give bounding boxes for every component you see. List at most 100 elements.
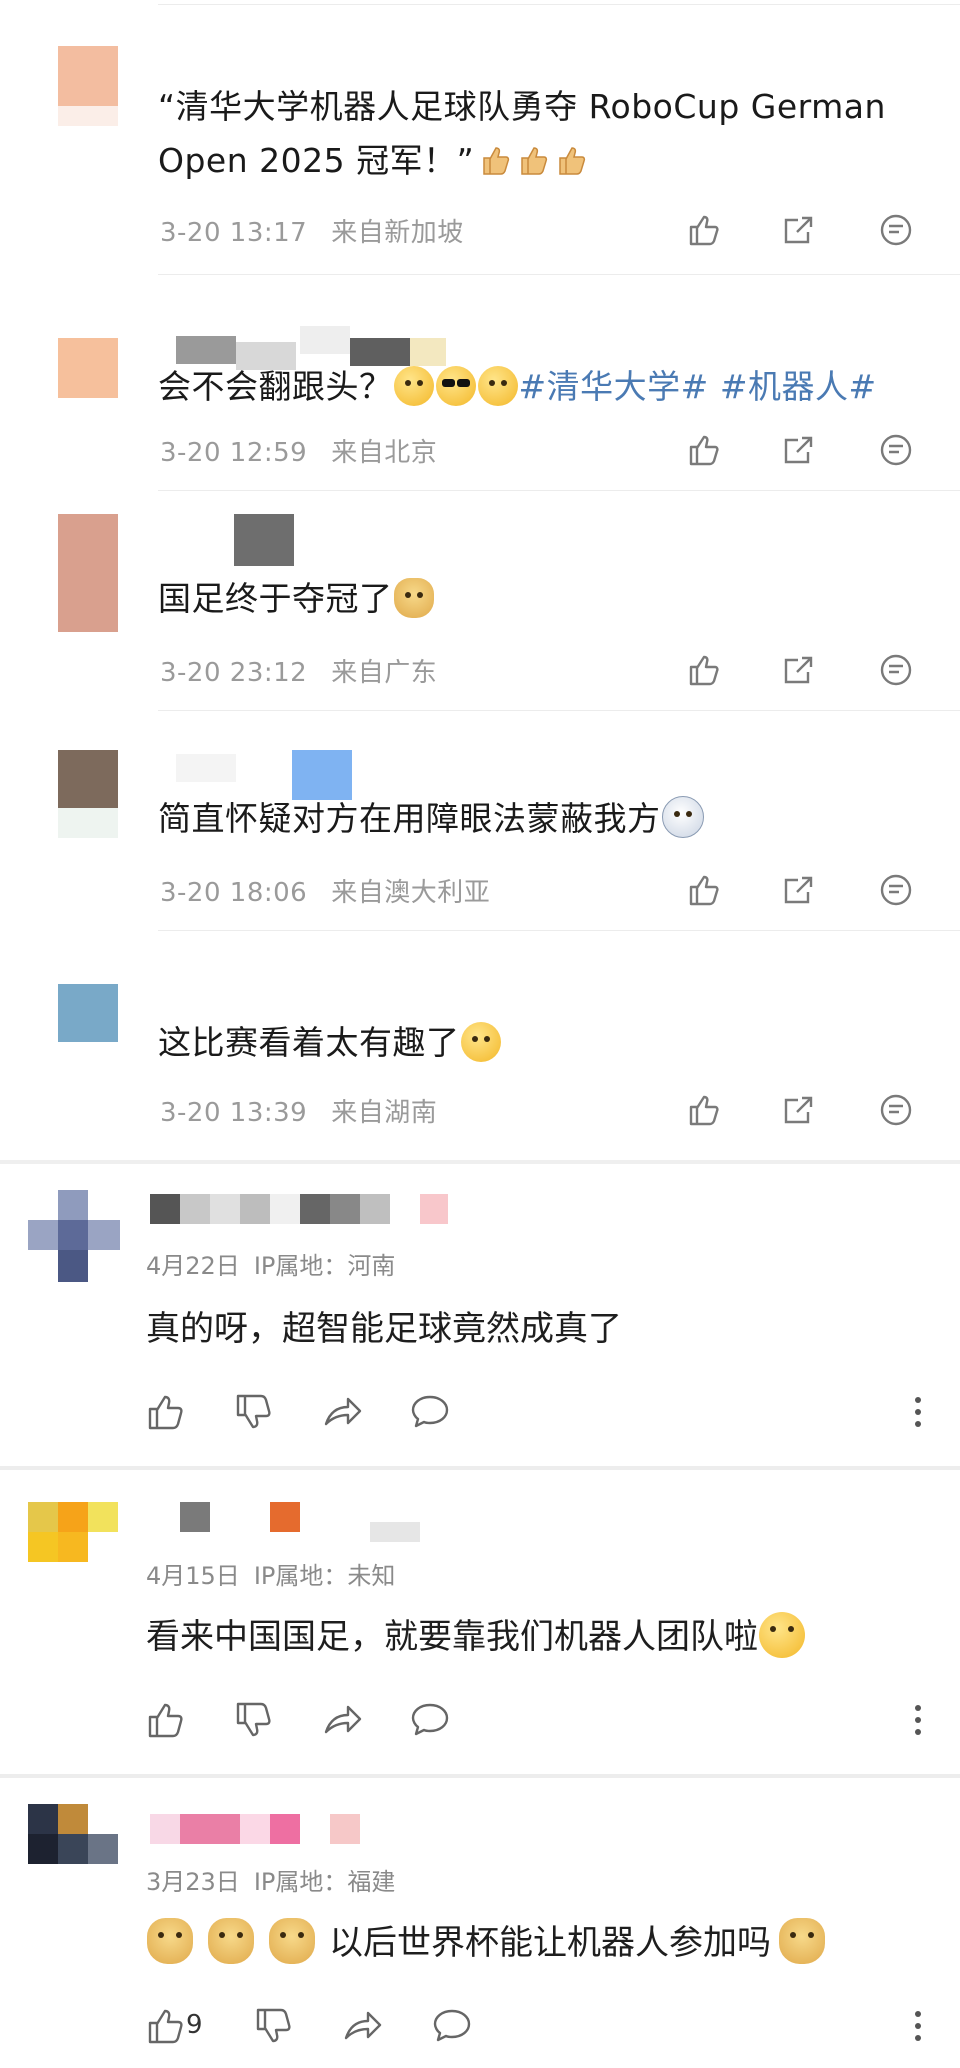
thumbs-down-icon[interactable] [252,2004,296,2048]
more-icon[interactable] [896,2004,940,2048]
share-icon[interactable] [320,1390,364,1434]
repost-icon[interactable] [778,870,818,910]
separator [158,930,960,931]
repost-icon[interactable] [778,210,818,250]
doge-emoji [779,1918,825,1964]
thumbs-up-icon [521,147,548,175]
username-blurred [270,1502,300,1532]
comment-actions [680,870,920,910]
username-blurred [420,1194,448,1224]
thumbs-up-icon[interactable] [144,1390,188,1434]
comment-location: 来自新加坡 [331,218,464,248]
ip-location: IP属地：河南 [253,1252,396,1280]
cool-emoji [435,366,476,406]
username-blurred [270,1814,300,1844]
comment-time: 3-20 13:17 [160,218,308,248]
reply-icon[interactable] [408,1390,452,1434]
username-blurred [270,1194,300,1224]
separator [158,4,960,5]
thumbs-down-icon[interactable] [232,1698,276,1742]
comment-time: 3-20 13:39 [160,1098,308,1128]
comment-location: 来自澳大利亚 [331,878,491,908]
doge-emoji [147,1918,193,1964]
comment-meta: 3月23日 IP属地：福建 [146,1862,395,1897]
more-icon[interactable] [896,1390,940,1434]
like-icon[interactable] [684,1090,724,1130]
comment-text: 简直怀疑对方在用障眼法蒙蔽我方 [158,792,930,846]
username-blurred [330,1814,360,1844]
comment-actions [680,1090,920,1130]
comment-icon[interactable] [876,650,916,690]
avatar[interactable] [28,1804,120,1896]
husky-emoji [661,796,704,838]
username-blurred [234,514,294,566]
avatar[interactable] [28,1190,120,1282]
thumbs-down-icon[interactable] [232,1390,276,1434]
share-icon[interactable] [340,2004,384,2048]
comment-location: 来自广东 [331,658,438,688]
like-icon[interactable] [684,870,724,910]
comment-text: “清华大学机器人足球队勇夺 RoboCup German Open 2025 冠… [158,87,886,180]
comment-actions [680,430,920,470]
comment-date: 4月22日 [146,1252,240,1280]
thumbs-up-icon[interactable] [144,1698,188,1742]
ip-location: IP属地：未知 [253,1562,396,1590]
comment-icon[interactable] [876,210,916,250]
comment-location: 来自北京 [331,438,438,468]
comment-meta: 3-20 13:39 来自湖南 [160,1092,437,1129]
like-icon[interactable] [684,650,724,690]
doge-emoji [208,1918,254,1964]
avatar-blur [58,106,118,126]
username-blurred [176,754,236,782]
hashtag-link[interactable]: #清华大学# [519,367,709,406]
hashtag-link[interactable]: #机器人# [720,367,877,406]
repost-icon[interactable] [778,650,818,690]
avatar[interactable] [58,338,118,398]
like-icon[interactable] [684,210,724,250]
avatar[interactable] [28,1502,120,1594]
repost-icon[interactable] [778,1090,818,1130]
comment-text: 真的呀，超智能足球竟然成真了 [146,1309,622,1349]
comment-time: 3-20 23:12 [160,658,308,688]
avatar[interactable] [58,514,118,632]
comment-actions [140,1390,940,1434]
reply-icon[interactable] [430,2004,474,2048]
reply-icon[interactable] [408,1698,452,1742]
thumbs-up-icon[interactable] [144,2004,188,2048]
username-blurred [180,1194,210,1224]
comment-text: 以后世界杯能让机器人参加吗 [146,1918,930,1968]
username-blurred [240,1194,270,1224]
comment-icon[interactable] [876,1090,916,1130]
avatar[interactable] [58,46,118,106]
username-blurred [180,1502,210,1532]
comment-date: 4月15日 [146,1562,240,1590]
comment-date: 3月23日 [146,1868,240,1896]
comment-text: 国足终于夺冠了 [158,572,930,626]
comment-location: 来自湖南 [331,1098,438,1128]
username-blurred [300,326,350,354]
avatar[interactable] [58,984,118,1042]
comment-text: 看来中国国足，就要靠我们机器人团队啦 [146,1612,930,1662]
comment-actions [680,210,920,250]
laugh-emoji [477,366,518,406]
like-count: 9 [186,2010,203,2040]
username-blurred [210,1194,240,1224]
comment-actions: 9 [140,2004,940,2048]
username-blurred [330,1194,360,1224]
username-blurred [150,1194,180,1224]
like-icon[interactable] [684,430,724,470]
doge-emoji [393,578,434,618]
weibo-comment-list: “清华大学机器人足球队勇夺 RoboCup German Open 2025 冠… [0,0,960,1160]
more-icon[interactable] [896,1698,940,1742]
username-blurred [150,1814,180,1844]
comment-meta: 3-20 13:17 来自新加坡 [160,212,464,249]
comment-icon[interactable] [876,430,916,470]
smile-emoji [460,1022,501,1062]
crying-laugh-emoji [759,1612,805,1658]
avatar[interactable] [58,750,118,808]
share-icon[interactable] [320,1698,364,1742]
separator [158,490,960,491]
comment-time: 3-20 12:59 [160,438,308,468]
comment-icon[interactable] [876,870,916,910]
repost-icon[interactable] [778,430,818,470]
